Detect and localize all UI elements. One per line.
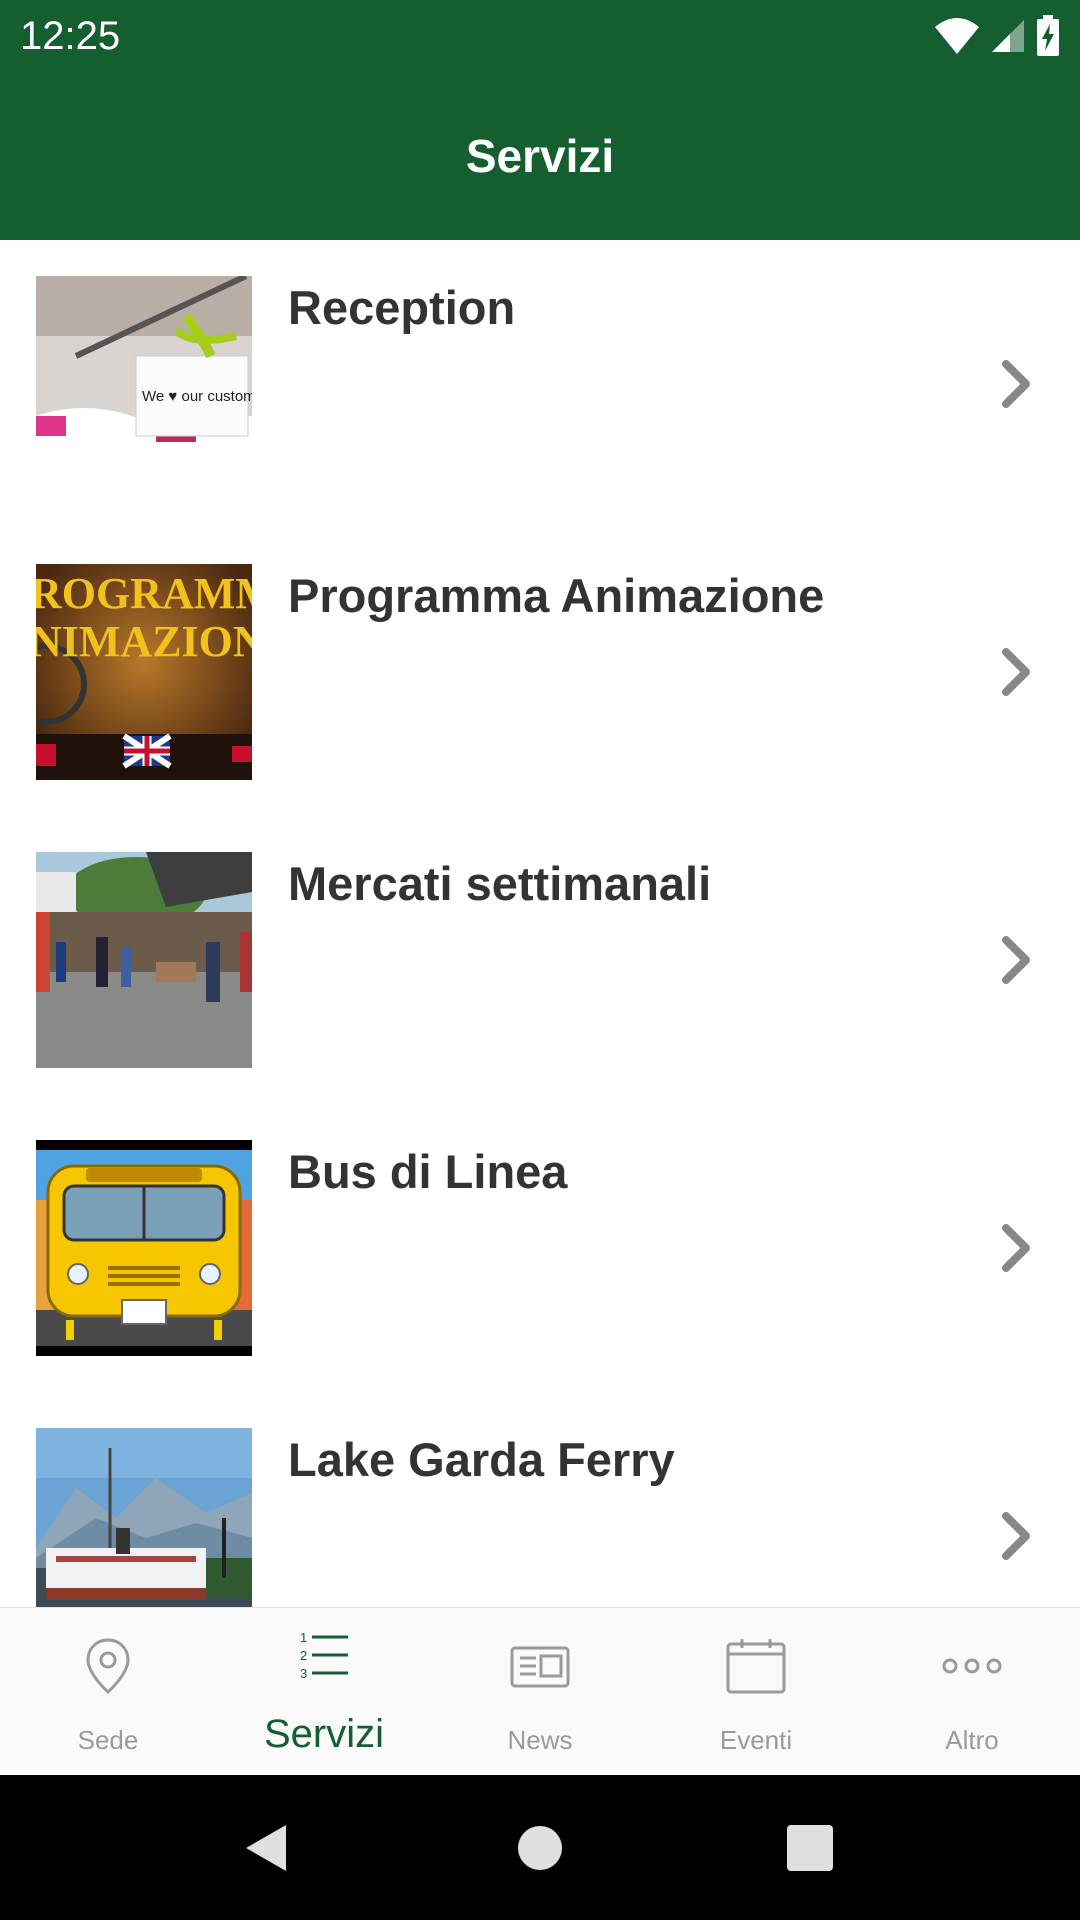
chevron-right-icon [1002,1224,1030,1272]
tab-label: Sede [77,1725,139,1755]
status-bar: 12:25 [0,0,1080,72]
list-item-bus-di-linea[interactable]: Bus di Linea [0,1104,1080,1392]
list-item-title: Programma Animazione [288,569,825,622]
tab-label: Altro [945,1725,999,1755]
mercati-thumbnail [36,852,252,1068]
tab-news[interactable]: News [432,1608,648,1776]
tab-altro[interactable]: Altro [864,1608,1080,1776]
calendar-icon [726,1639,786,1694]
services-list[interactable]: We ♥ our customers Reception [0,240,1080,1607]
svg-text:1: 1 [300,1630,307,1645]
system-navigation-bar [0,1775,1080,1920]
recents-icon[interactable] [783,1821,837,1875]
list-item-programma-animazione[interactable]: ROGRAMM NIMAZION Programma Animazione [0,528,1080,816]
battery-charging-icon [1037,15,1059,56]
thumb-text-animazione: NIMAZION [36,617,252,666]
home-icon[interactable] [513,1821,567,1875]
thumb-text-programma: ROGRAMM [36,569,252,618]
list-item-title: Bus di Linea [288,1145,568,1198]
newspaper-icon [510,1646,570,1688]
cellular-signal-icon [992,20,1024,52]
reception-thumbnail: We ♥ our customers [36,276,252,492]
tab-label: News [507,1725,573,1755]
status-icons [934,14,1060,58]
list-item-mercati-settimanali[interactable]: Mercati settimanali [0,816,1080,1104]
ferry-thumbnail [36,1428,252,1607]
programma-animazione-thumbnail: ROGRAMM NIMAZION [36,564,252,780]
list-item-reception[interactable]: We ♥ our customers Reception [0,240,1080,528]
wifi-icon [935,18,979,54]
reception-thumb-text: We ♥ our customers [142,388,252,405]
svg-text:3: 3 [300,1666,307,1681]
tab-label: Eventi [719,1725,793,1755]
chevron-right-icon [1002,936,1030,984]
list-item-title: Mercati settimanali [288,857,712,910]
bus-thumbnail [36,1140,252,1356]
back-icon[interactable] [240,1821,294,1875]
tab-servizi[interactable]: 1 2 3 Servizi [216,1608,432,1776]
svg-text:2: 2 [300,1648,307,1663]
app-bar: Servizi [0,72,1080,240]
tab-label: Servizi [263,1712,385,1756]
status-time: 12:25 [20,14,121,58]
list-item-title: Reception [288,281,516,334]
chevron-right-icon [1002,360,1030,408]
location-pin-icon [86,1638,130,1695]
numbered-list-icon: 1 2 3 [300,1630,348,1681]
tab-eventi[interactable]: Eventi [648,1608,864,1776]
bottom-navigation: Sede 1 2 3 Servizi News Eventi Altro [0,1607,1080,1775]
chevron-right-icon [1002,1512,1030,1560]
tab-sede[interactable]: Sede [0,1608,216,1776]
more-dots-icon [942,1658,1002,1674]
list-item-lake-garda-ferry[interactable]: Lake Garda Ferry [0,1392,1080,1607]
list-item-title: Lake Garda Ferry [288,1433,675,1486]
page-title: Servizi [465,130,615,182]
chevron-right-icon [1002,648,1030,696]
